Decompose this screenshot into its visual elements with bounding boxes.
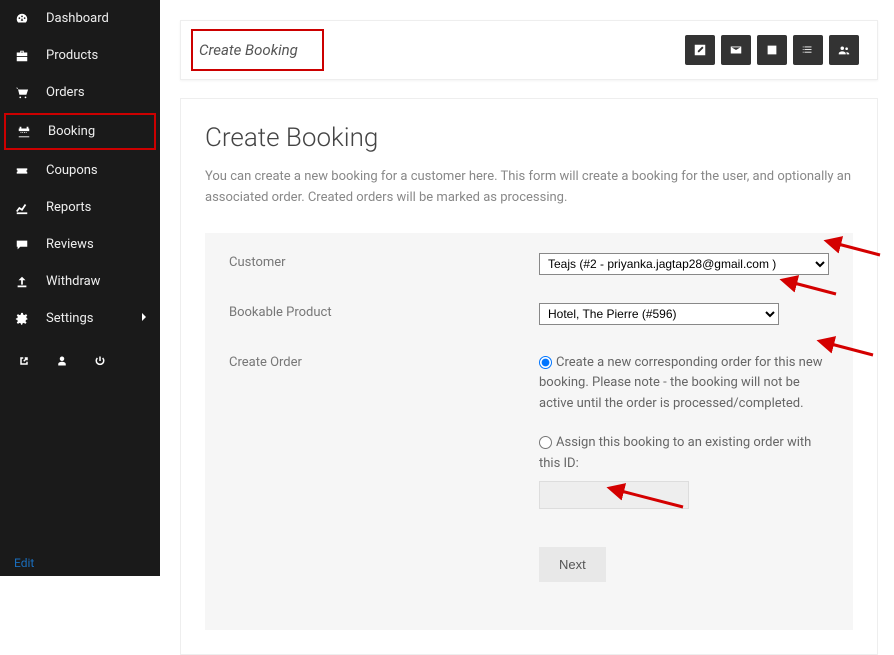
radio-new-order-input[interactable] bbox=[539, 356, 552, 369]
ticket-icon bbox=[12, 164, 32, 178]
calendar-icon bbox=[14, 125, 34, 139]
page-description: You can create a new booking for a custo… bbox=[205, 167, 853, 209]
sidebar-item-withdraw[interactable]: Withdraw bbox=[0, 263, 160, 300]
comment-icon bbox=[12, 238, 32, 252]
next-button[interactable]: Next bbox=[539, 547, 606, 582]
sidebar-label: Products bbox=[46, 48, 98, 63]
cart-icon bbox=[12, 86, 32, 100]
gear-icon bbox=[12, 312, 32, 326]
sidebar-label: Booking bbox=[48, 124, 95, 139]
page-title: Create Booking bbox=[205, 123, 853, 153]
create-order-label: Create Order bbox=[229, 353, 539, 582]
sidebar-label: Reviews bbox=[46, 237, 94, 252]
sidebar-item-orders[interactable]: Orders bbox=[0, 74, 160, 111]
topbar-actions bbox=[685, 35, 859, 65]
content-card: Create Booking You can create a new book… bbox=[180, 98, 878, 655]
sidebar-bottom-bar bbox=[0, 337, 160, 385]
edit-button[interactable] bbox=[685, 35, 715, 65]
sidebar-item-dashboard[interactable]: Dashboard bbox=[0, 0, 160, 37]
topbar-title: Create Booking bbox=[191, 29, 324, 71]
radio-existing-order[interactable]: Assign this booking to an existing order… bbox=[539, 435, 811, 471]
sidebar-label: Settings bbox=[46, 311, 93, 326]
product-label: Bookable Product bbox=[229, 303, 539, 325]
sidebar-item-reviews[interactable]: Reviews bbox=[0, 226, 160, 263]
user-button[interactable] bbox=[46, 345, 78, 377]
sidebar-item-settings[interactable]: Settings bbox=[0, 300, 160, 337]
power-button[interactable] bbox=[84, 345, 116, 377]
list-button[interactable] bbox=[793, 35, 823, 65]
upload-icon bbox=[12, 275, 32, 289]
external-link-button[interactable] bbox=[8, 345, 40, 377]
briefcase-icon bbox=[12, 49, 32, 63]
product-select[interactable]: Hotel, The Pierre (#596) bbox=[539, 303, 779, 325]
radio-new-order[interactable]: Create a new corresponding order for thi… bbox=[539, 355, 823, 412]
sidebar-label: Orders bbox=[46, 85, 85, 100]
sidebar-label: Coupons bbox=[46, 163, 98, 178]
tachometer-icon bbox=[12, 12, 32, 26]
sidebar-label: Withdraw bbox=[46, 274, 100, 289]
topbar: Create Booking bbox=[180, 20, 878, 80]
chevron-right-icon bbox=[140, 311, 148, 326]
customer-select[interactable]: Teajs (#2 - priyanka.jagtap28@gmail.com … bbox=[539, 253, 829, 275]
users-button[interactable] bbox=[829, 35, 859, 65]
radio-existing-order-input[interactable] bbox=[539, 436, 552, 449]
sidebar-item-reports[interactable]: Reports bbox=[0, 189, 160, 226]
existing-order-id-input[interactable] bbox=[539, 481, 689, 509]
edit-link[interactable]: Edit bbox=[14, 556, 34, 570]
mail-button[interactable] bbox=[721, 35, 751, 65]
sidebar-label: Reports bbox=[46, 200, 91, 215]
sidebar-label: Dashboard bbox=[46, 11, 109, 26]
main-panel: Create Booking Create Booking You can cr… bbox=[160, 0, 894, 576]
sidebar-item-coupons[interactable]: Coupons bbox=[0, 152, 160, 189]
customer-label: Customer bbox=[229, 253, 539, 275]
sidebar: Dashboard Products Orders Booking Coupon… bbox=[0, 0, 160, 576]
chart-icon bbox=[12, 201, 32, 215]
sidebar-item-booking[interactable]: Booking bbox=[4, 113, 156, 150]
calendar-button[interactable] bbox=[757, 35, 787, 65]
booking-form: Customer Teajs (#2 - priyanka.jagtap28@g… bbox=[205, 233, 853, 630]
sidebar-item-products[interactable]: Products bbox=[0, 37, 160, 74]
